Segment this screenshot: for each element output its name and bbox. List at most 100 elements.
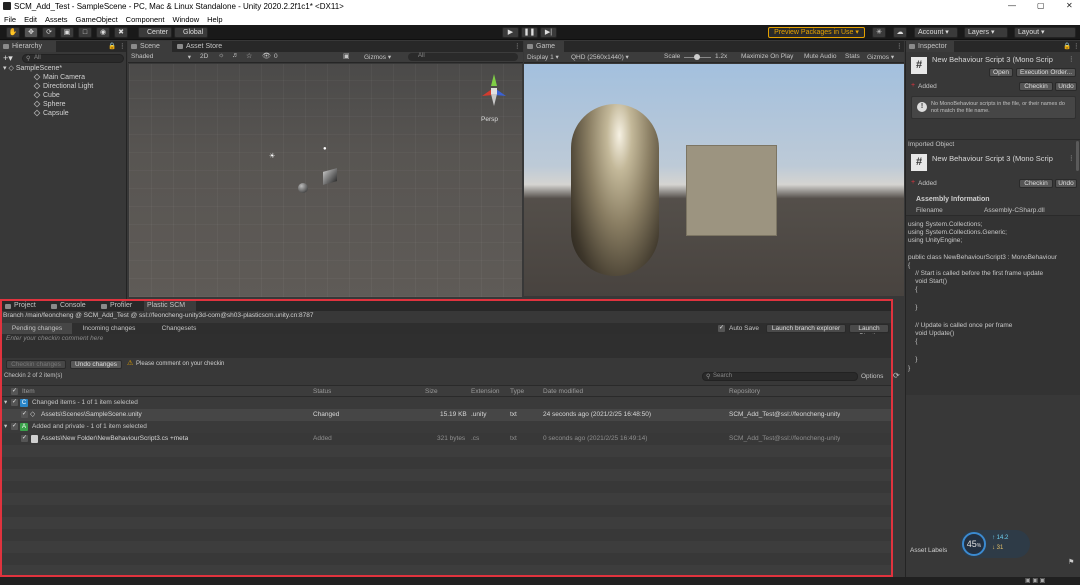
- lighting-toggle-icon[interactable]: ☼: [218, 52, 224, 59]
- layers-dropdown[interactable]: Layers ▾: [964, 27, 1008, 38]
- hierarchy-item[interactable]: Directional Light: [33, 82, 93, 91]
- launch-branch-explorer-button[interactable]: Launch branch explorer: [766, 324, 846, 333]
- tab-game[interactable]: Game: [524, 41, 564, 52]
- hierarchy-item[interactable]: Main Camera: [33, 73, 85, 82]
- game-gizmos-dropdown[interactable]: Gizmos ▾: [867, 53, 894, 61]
- undo-changes-button[interactable]: Undo changes: [70, 360, 122, 369]
- toggle-2d-button[interactable]: 2D: [200, 53, 208, 60]
- persp-label[interactable]: Persp: [481, 116, 498, 123]
- play-button[interactable]: ▶: [502, 27, 519, 38]
- rotate-tool-icon[interactable]: ⟳: [42, 27, 56, 38]
- row-checkbox[interactable]: ✓: [21, 411, 28, 418]
- scene-search-input[interactable]: All: [408, 53, 518, 61]
- imported-undo-button[interactable]: Undo: [1055, 179, 1077, 188]
- open-button[interactable]: Open: [989, 68, 1013, 77]
- menu-component[interactable]: Component: [126, 15, 165, 24]
- sphere-object[interactable]: [298, 183, 308, 193]
- create-button[interactable]: +▾: [3, 53, 13, 64]
- tab-project[interactable]: Project: [2, 301, 46, 311]
- account-dropdown[interactable]: Account ▾: [914, 27, 958, 38]
- minimize-button[interactable]: —: [1008, 1, 1016, 10]
- menu-edit[interactable]: Edit: [24, 15, 37, 24]
- rect-tool-icon[interactable]: □: [78, 27, 92, 38]
- row-checkbox[interactable]: ✓: [21, 435, 28, 442]
- inspector-scrollbar[interactable]: [1076, 141, 1079, 171]
- effects-icon[interactable]: ☆: [246, 52, 252, 60]
- tab-hierarchy[interactable]: Hierarchy: [0, 41, 56, 52]
- layout-dropdown[interactable]: Layout ▾: [1014, 27, 1076, 38]
- scene-view[interactable]: Persp ☀ ●: [129, 64, 522, 297]
- collab-icon[interactable]: ✳: [872, 27, 886, 38]
- camera-settings-icon[interactable]: ▣: [343, 52, 350, 60]
- tab-console[interactable]: Console: [48, 301, 96, 311]
- hierarchy-item[interactable]: Sphere: [33, 100, 66, 109]
- more-menu-icon[interactable]: ⋮: [119, 42, 126, 50]
- hand-tool-icon[interactable]: ✋: [6, 27, 20, 38]
- settings-icon[interactable]: ⋮: [1068, 154, 1075, 162]
- scale-slider-handle[interactable]: [694, 54, 700, 60]
- cloud-icon[interactable]: ☁: [893, 27, 907, 38]
- refresh-icon[interactable]: ⟳: [893, 371, 900, 380]
- resolution-dropdown[interactable]: QHD (2560x1440) ▾: [571, 53, 629, 61]
- hierarchy-item[interactable]: Capsule: [33, 109, 69, 118]
- menu-window[interactable]: Window: [172, 15, 199, 24]
- launch-plastic-button[interactable]: Launch Plastic: [849, 324, 889, 340]
- step-button[interactable]: ▶|: [540, 27, 557, 38]
- group-checkbox[interactable]: ✓: [11, 423, 18, 430]
- game-view[interactable]: [524, 64, 904, 296]
- auto-save-checkbox[interactable]: ✓: [718, 325, 725, 332]
- stats-toggle[interactable]: Stats: [845, 53, 860, 60]
- imported-checkin-button[interactable]: Checkin: [1019, 179, 1053, 188]
- tab-asset-store[interactable]: Asset Store: [174, 41, 234, 52]
- pause-button[interactable]: ❚❚: [521, 27, 538, 38]
- scene-gizmo[interactable]: [474, 70, 514, 110]
- checkin-changes-button[interactable]: Checkin changes: [6, 360, 66, 369]
- more-menu-icon[interactable]: ⋮: [514, 42, 521, 50]
- options-button[interactable]: Options: [861, 373, 883, 380]
- scale-tool-icon[interactable]: ▣: [60, 27, 74, 38]
- scale-slider[interactable]: [684, 54, 711, 60]
- custom-tool-icon[interactable]: ✖: [114, 27, 128, 38]
- mute-audio-toggle[interactable]: Mute Audio: [804, 53, 837, 60]
- tab-inspector[interactable]: Inspector: [906, 41, 954, 52]
- display-dropdown[interactable]: Display 1 ▾: [527, 53, 559, 61]
- pivot-global-toggle[interactable]: Global: [174, 27, 208, 38]
- changes-search-input[interactable]: ⚲ Search: [702, 372, 858, 381]
- menu-gameobject[interactable]: GameObject: [76, 15, 118, 24]
- tag-icon[interactable]: ⚑: [1068, 558, 1074, 566]
- tab-plastic-scm[interactable]: Plastic SCM: [144, 301, 196, 311]
- more-menu-icon[interactable]: ⋮: [1073, 42, 1080, 50]
- close-button[interactable]: ✕: [1066, 1, 1073, 10]
- tab-changesets[interactable]: Changesets: [146, 323, 212, 334]
- camera-icon[interactable]: ●: [323, 146, 327, 152]
- expand-arrow-icon[interactable]: ▾: [4, 421, 7, 433]
- group-header-added[interactable]: ▾ ✓ A Added and private - 1 of 1 item se…: [2, 421, 891, 433]
- audio-toggle-icon[interactable]: ♬: [232, 52, 239, 59]
- shading-mode-dropdown[interactable]: Shaded ▾: [131, 53, 191, 61]
- hierarchy-search-input[interactable]: ⚲ All: [22, 54, 124, 63]
- hierarchy-item[interactable]: Cube: [33, 91, 60, 100]
- maximize-on-play-toggle[interactable]: Maximize On Play: [741, 53, 793, 60]
- group-checkbox[interactable]: ✓: [11, 399, 18, 406]
- menu-help[interactable]: Help: [207, 15, 222, 24]
- pivot-center-toggle[interactable]: Center: [138, 27, 172, 38]
- execution-order-button[interactable]: Execution Order...: [1016, 68, 1076, 77]
- move-tool-icon[interactable]: ✥: [24, 27, 38, 38]
- table-row[interactable]: ✓ ◇ Assets\Scenes\SampleScene.unity Chan…: [2, 409, 891, 421]
- undo-button[interactable]: Undo: [1055, 82, 1077, 91]
- hidden-objects-icon[interactable]: 👁: [262, 52, 271, 60]
- tab-scene[interactable]: Scene: [128, 41, 172, 52]
- maximize-button[interactable]: ▢: [1037, 1, 1045, 10]
- expand-arrow-icon[interactable]: ▾: [4, 397, 7, 409]
- lock-icon[interactable]: 🔒: [108, 42, 116, 50]
- menu-assets[interactable]: Assets: [45, 15, 68, 24]
- group-header-changed[interactable]: ▾ ✓ C Changed items - 1 of 1 item select…: [2, 397, 891, 409]
- select-all-checkbox[interactable]: ✓: [11, 388, 18, 395]
- checkin-button[interactable]: Checkin: [1019, 82, 1053, 91]
- settings-icon[interactable]: ⋮: [1068, 55, 1075, 63]
- light-icon[interactable]: ☀: [269, 152, 275, 160]
- tab-incoming-changes[interactable]: Incoming changes: [74, 323, 144, 334]
- menu-file[interactable]: File: [4, 15, 16, 24]
- gizmos-dropdown[interactable]: Gizmos ▾: [364, 53, 391, 61]
- lock-icon[interactable]: 🔒: [1063, 42, 1071, 50]
